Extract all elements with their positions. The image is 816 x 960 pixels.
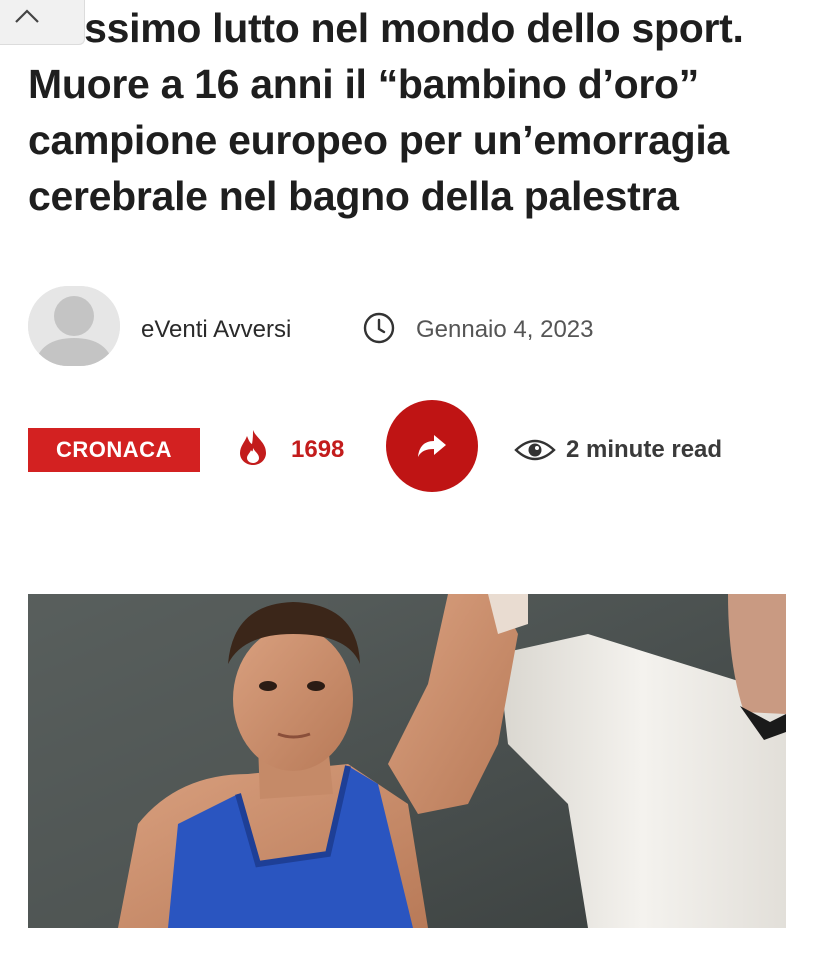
eye-icon (514, 439, 556, 461)
share-button[interactable] (386, 400, 478, 492)
share-arrow-icon (418, 435, 446, 457)
article-photo[interactable] (28, 594, 786, 928)
view-count: 1698 (291, 436, 345, 463)
article-meta: CRONACA 1698 2 minute read (28, 400, 798, 496)
author-avatar[interactable] (28, 286, 120, 366)
fire-icon (240, 430, 266, 465)
collapse-button[interactable] (0, 0, 85, 45)
category-badge[interactable]: CRONACA (28, 428, 200, 472)
article-headline: avissimo lutto nel mondo dello sport. Mu… (28, 5, 744, 219)
author-name[interactable]: eVenti Avversi (141, 316, 291, 344)
clock-icon (363, 312, 395, 344)
publish-date: Gennaio 4, 2023 (416, 316, 594, 343)
read-time: 2 minute read (566, 436, 723, 463)
chevron-up-icon (15, 9, 39, 23)
user-avatar-icon (28, 286, 120, 366)
byline: eVenti Avversi Gennaio 4, 2023 (28, 286, 798, 370)
boxer-photo-illustration (28, 594, 786, 928)
